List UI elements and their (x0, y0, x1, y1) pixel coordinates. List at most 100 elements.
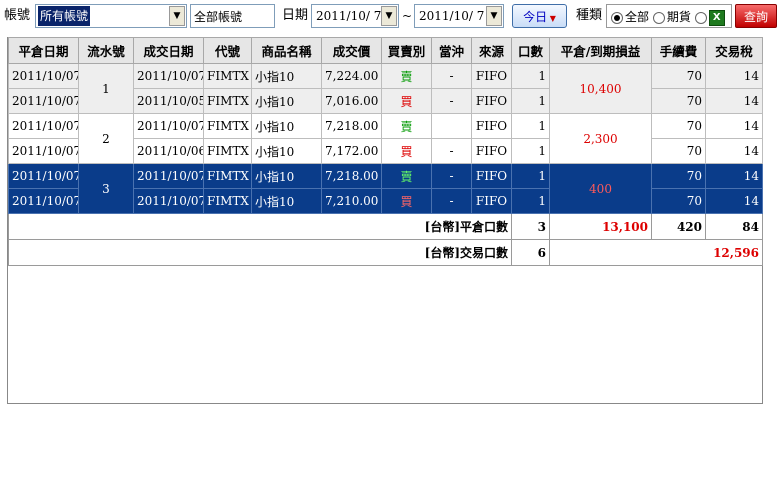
radio-futures[interactable]: 期貨 (652, 10, 691, 24)
code-cell: FIMTX (203, 138, 252, 164)
summary-close-qty: 3 (511, 213, 550, 240)
tax-cell: 14 (705, 63, 763, 89)
close-date-cell: 2011/10/07 (8, 113, 79, 139)
tax-cell: 14 (705, 88, 763, 114)
summary-trade-label: [台幣]交易口數 (8, 239, 512, 266)
side-cell: 賣 (381, 113, 432, 139)
trade-date-cell: 2011/10/07 (133, 163, 204, 189)
qty-cell: 1 (511, 88, 550, 114)
date-separator: ~ (401, 9, 413, 23)
chevron-down-icon[interactable]: ▼ (169, 6, 185, 26)
close-date-cell: 2011/10/07 (8, 163, 79, 189)
summary-trade-qty: 6 (511, 239, 550, 266)
close-date-cell: 2011/10/07 (8, 138, 79, 164)
product-cell: 小指10 (251, 113, 322, 139)
date-from-value: 2011/10/ 7 (316, 9, 382, 23)
date-from-picker[interactable]: 2011/10/ 7 ▼ (311, 4, 399, 28)
source-cell: FIFO (471, 63, 512, 89)
column-header[interactable]: 口數 (511, 37, 550, 64)
tax-cell: 14 (705, 113, 763, 139)
chevron-down-icon[interactable]: ▼ (486, 6, 502, 26)
side-cell: 買 (381, 188, 432, 214)
qty-cell: 1 (511, 113, 550, 139)
column-header[interactable]: 當沖 (431, 37, 472, 64)
price-cell: 7,210.00 (321, 188, 382, 214)
fee-cell: 70 (651, 63, 706, 89)
excel-icon[interactable]: X (708, 9, 725, 26)
radio-empty-icon[interactable] (694, 11, 707, 24)
column-header[interactable]: 流水號 (78, 37, 134, 64)
summary-trade-row: [台幣]交易口數 6 12,596 (8, 239, 763, 266)
column-header[interactable]: 手續費 (651, 37, 706, 64)
column-header[interactable]: 來源 (471, 37, 512, 64)
price-cell: 7,016.00 (321, 88, 382, 114)
date-label: 日期 (282, 8, 309, 23)
summary-close-fee: 420 (651, 213, 706, 240)
column-header[interactable]: 平倉日期 (8, 37, 79, 64)
side-cell: 買 (381, 138, 432, 164)
daytrade-cell: - (431, 188, 472, 214)
daytrade-cell (431, 113, 472, 139)
qty-cell: 1 (511, 138, 550, 164)
qty-cell: 1 (511, 63, 550, 89)
date-to-picker[interactable]: 2011/10/ 7 ▼ (414, 4, 504, 28)
type-label: 種類 (576, 8, 603, 23)
side-cell: 買 (381, 88, 432, 114)
price-cell: 7,218.00 (321, 113, 382, 139)
product-cell: 小指10 (251, 138, 322, 164)
daytrade-cell: - (431, 63, 472, 89)
column-header[interactable]: 買賣別 (381, 37, 432, 64)
account-name-field[interactable]: 全部帳號 (190, 4, 275, 28)
close-date-cell: 2011/10/07 (8, 88, 79, 114)
summary-close-row: [台幣]平倉口數 3 13,100 420 84 (8, 213, 763, 240)
price-cell: 7,172.00 (321, 138, 382, 164)
column-header[interactable]: 成交日期 (133, 37, 204, 64)
column-header[interactable]: 平倉/到期損益 (549, 37, 652, 64)
dropdown-arrow-icon: ▼ (547, 14, 556, 23)
column-header[interactable]: 成交價 (321, 37, 382, 64)
summary-close-label: [台幣]平倉口數 (8, 213, 512, 240)
source-cell: FIFO (471, 88, 512, 114)
side-cell: 賣 (381, 163, 432, 189)
product-cell: 小指10 (251, 63, 322, 89)
close-date-cell: 2011/10/07 (8, 188, 79, 214)
sequence-cell: 3 (78, 163, 134, 214)
fee-cell: 70 (651, 163, 706, 189)
daytrade-cell: - (431, 138, 472, 164)
profit-loss-cell: 2,300 (549, 113, 652, 164)
type-radio-group: 全部 期貨 X (606, 4, 732, 28)
code-cell: FIMTX (203, 188, 252, 214)
table-row[interactable]: 2011/10/07 1 2011/10/07 FIMTX 小指10 7,224.00 賣 -… (8, 63, 763, 114)
product-cell: 小指10 (251, 163, 322, 189)
account-select[interactable]: 所有帳號 ▼ (35, 4, 187, 28)
account-label: 帳號 (4, 8, 31, 23)
chevron-down-icon[interactable]: ▼ (381, 6, 397, 26)
table-row[interactable]: 2011/10/07 2 2011/10/07 FIMTX 小指10 7,218.00 賣 F… (8, 113, 763, 164)
fee-cell: 70 (651, 138, 706, 164)
close-date-cell: 2011/10/07 (8, 63, 79, 89)
radio-empty-icon (652, 11, 665, 24)
table-row[interactable]: 2011/10/07 3 2011/10/07 FIMTX 小指10 7,218.00 賣 -… (8, 163, 763, 214)
toolbar: 帳號 所有帳號 ▼ 全部帳號 日期 2011/10/ 7 ▼ ~ 2011/10… (0, 0, 784, 34)
price-cell: 7,224.00 (321, 63, 382, 89)
summary-trade-net: 12,596 (549, 239, 763, 266)
table-header-row: 平倉日期 流水號 成交日期 代號 商品名稱 成交價 買賣別 當沖 來源 口數 平倉/到期損益 手續費交… (8, 37, 763, 64)
column-header[interactable]: 商品名稱 (251, 37, 322, 64)
code-cell: FIMTX (203, 113, 252, 139)
radio-all[interactable]: 全部 (611, 10, 649, 24)
trade-date-cell: 2011/10/07 (133, 113, 204, 139)
profit-loss-cell: 10,400 (549, 63, 652, 114)
trade-date-cell: 2011/10/07 (133, 63, 204, 89)
summary-close-pl: 13,100 (549, 213, 652, 240)
radio-all-label: 全部 (625, 10, 650, 24)
query-button[interactable]: 查詢 (735, 4, 777, 28)
column-header[interactable]: 代號 (203, 37, 252, 64)
daytrade-cell: - (431, 88, 472, 114)
trade-date-cell: 2011/10/07 (133, 188, 204, 214)
today-button[interactable]: 今日 ▼ (512, 4, 567, 28)
tax-cell: 14 (705, 188, 763, 214)
grid-bottom-border (7, 403, 763, 404)
radio-futures-label: 期貨 (666, 10, 691, 24)
column-header[interactable]: 交易稅 (705, 37, 763, 64)
code-cell: FIMTX (203, 88, 252, 114)
